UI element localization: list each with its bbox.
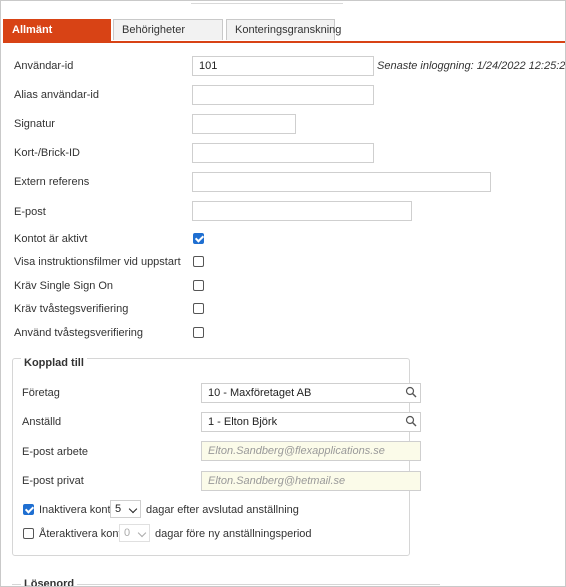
tab-general[interactable]: Allmänt [3, 19, 111, 41]
show-videos-label: Visa instruktionsfilmer vid uppstart [14, 256, 181, 268]
work-email-field: Elton.Sandberg@flexapplications.se [201, 441, 421, 461]
use-2fa-label: Använd tvåstegsverifiering [14, 327, 144, 339]
chevron-down-icon [137, 528, 147, 538]
external-ref-field[interactable] [192, 172, 491, 192]
reactivate-account-checkbox[interactable] [23, 528, 34, 539]
card-id-field[interactable] [192, 143, 374, 163]
reactivate-suffix-text: dagar före ny anställningsperiod [155, 528, 312, 540]
linked-to-legend: Kopplad till [21, 357, 87, 369]
require-sso-checkbox[interactable] [193, 280, 204, 291]
external-ref-label: Extern referens [14, 176, 90, 188]
password-section-legend: Lösenord [21, 578, 78, 586]
work-email-label: E-post arbete [22, 446, 89, 458]
alias-id-field[interactable] [192, 85, 374, 105]
user-id-label: Användar-id [14, 60, 74, 72]
deactivate-days-value: 5 [115, 503, 122, 515]
employee-label: Anställd [22, 416, 62, 428]
require-2fa-label: Kräv tvåstegsverifiering [14, 303, 129, 315]
company-search-icon[interactable] [405, 386, 417, 398]
reactivate-days-select[interactable]: 0 [119, 524, 150, 542]
card-id-label: Kort-/Brick-ID [14, 147, 80, 159]
employee-field[interactable]: 1 - Elton Björk [201, 412, 421, 432]
deactivate-account-checkbox[interactable] [23, 504, 34, 515]
tab-account-review[interactable]: Konteringsgranskning [226, 19, 341, 40]
email-field[interactable] [192, 201, 412, 221]
deactivate-days-select[interactable]: 5 [110, 500, 141, 518]
last-login-text: Senaste inloggning: 1/24/2022 12:25:28 P… [377, 60, 566, 72]
reactivate-days-value: 0 [124, 527, 131, 539]
tab-permissions[interactable]: Behörigheter [113, 19, 223, 40]
deactivate-suffix-text: dagar efter avslutad anställning [146, 504, 299, 516]
reactivate-account-label: Återaktivera konto [39, 528, 128, 540]
tab-bar: Allmänt Behörigheter Konteringsgransknin… [3, 19, 565, 43]
private-email-field: Elton.Sandberg@hetmail.se [201, 471, 421, 491]
deactivate-account-label: Inaktivera konto [39, 504, 117, 516]
require-sso-label: Kräv Single Sign On [14, 280, 114, 292]
employee-search-icon[interactable] [405, 415, 417, 427]
alias-id-label: Alias användar-id [14, 89, 99, 101]
require-2fa-checkbox[interactable] [193, 303, 204, 314]
signature-label: Signatur [14, 118, 55, 130]
signature-field[interactable] [192, 114, 296, 134]
account-active-checkbox[interactable] [193, 233, 204, 244]
show-videos-checkbox[interactable] [193, 256, 204, 267]
private-email-label: E-post privat [22, 475, 84, 487]
top-divider [191, 1, 343, 4]
user-settings-panel: Allmänt Behörigheter Konteringsgransknin… [0, 0, 566, 587]
chevron-down-icon [128, 504, 138, 514]
user-id-field[interactable]: 101 [192, 56, 374, 76]
account-active-label: Kontot är aktivt [14, 233, 88, 245]
email-label: E-post [14, 206, 46, 218]
company-field[interactable]: 10 - Maxföretaget AB [201, 383, 421, 403]
use-2fa-checkbox[interactable] [193, 327, 204, 338]
company-label: Företag [22, 387, 60, 399]
